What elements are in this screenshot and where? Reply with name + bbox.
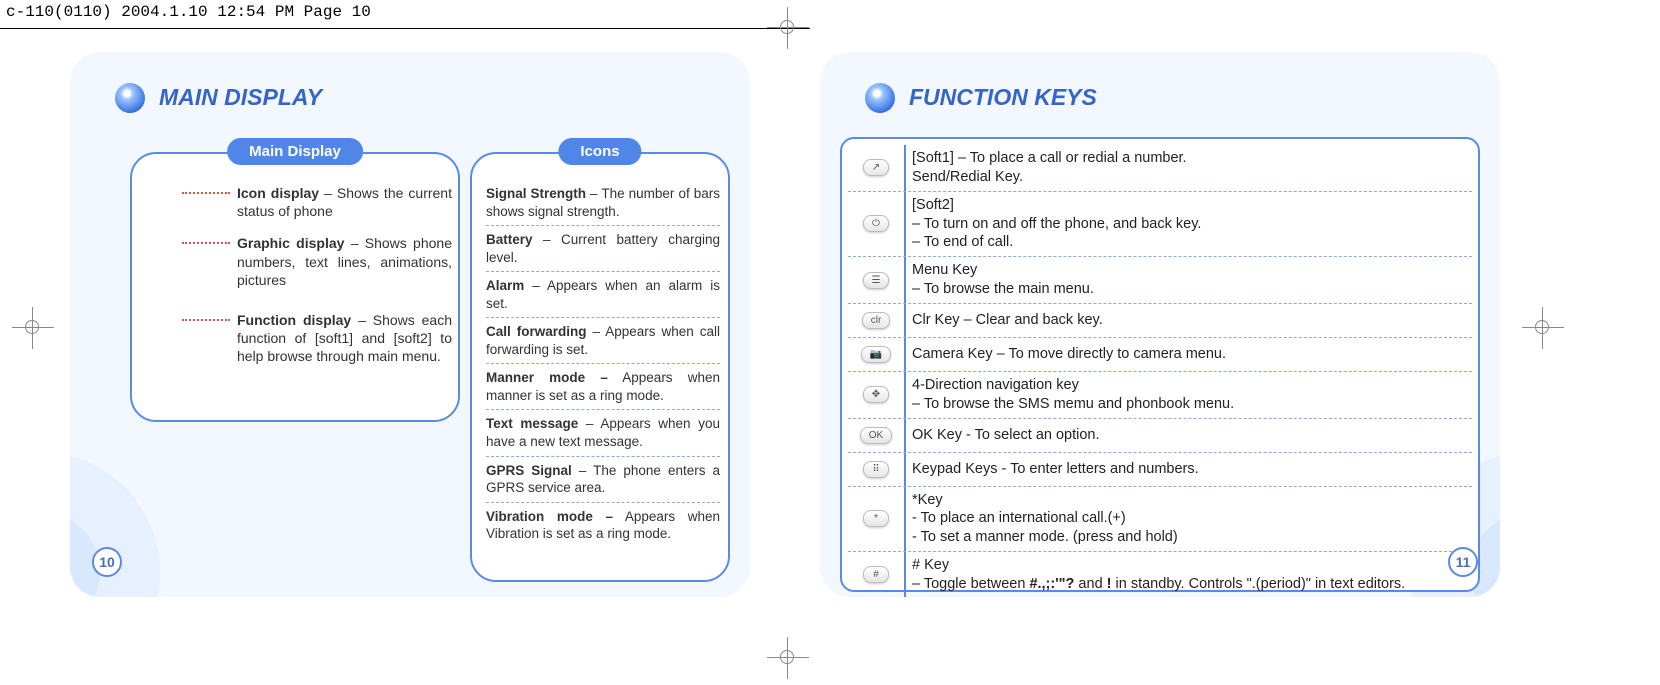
crop-mark-right: [1535, 320, 1549, 334]
crop-mark-bottom: [780, 650, 794, 664]
function-key-icon: ⠿: [848, 453, 906, 486]
function-key-icon: OK: [848, 419, 906, 452]
icon-description-item: Call forwarding – Appears when call forw…: [486, 318, 720, 364]
function-key-row: ☰Menu Key – To browse the main menu.: [848, 257, 1472, 304]
function-key-icon: ☰: [848, 257, 906, 303]
function-key-icon: clr: [848, 304, 906, 337]
function-key-description: 4-Direction navigation key – To browse t…: [906, 372, 1472, 418]
pill-icons: Icons: [558, 138, 641, 165]
page-number-right: 11: [1448, 547, 1478, 577]
icon-description-item: Alarm – Appears when an alarm is set.: [486, 272, 720, 318]
print-crop-info: c-110(0110) 2004.1.10 12:54 PM Page 10: [6, 3, 371, 21]
function-key-row: ## Key– Toggle between #.,;:'"? and ! in…: [848, 552, 1472, 597]
function-key-description: *Key- To place an international call.(+)…: [906, 487, 1472, 552]
panel-main-display: Main Display Icon display – Shows the cu…: [130, 152, 460, 422]
heading-bullet-icon: [115, 83, 145, 113]
icon-description-item: Signal Strength – The number of bars sho…: [486, 180, 720, 226]
heading-text: FUNCTION KEYS: [905, 82, 1137, 113]
leader-dots: [182, 319, 230, 321]
icon-description-item: Vibration mode – Appears when Vibration …: [486, 503, 720, 548]
heading-main-display: MAIN DISPLAY: [115, 82, 750, 113]
function-key-row: ⏻[Soft2] – To turn on and off the phone,…: [848, 192, 1472, 258]
function-key-description: OK Key - To select an option.: [906, 422, 1472, 449]
heading-function-keys: FUNCTION KEYS: [865, 82, 1500, 113]
icon-description-item: Manner mode – Appears when manner is set…: [486, 364, 720, 410]
function-key-description: Camera Key – To move directly to camera …: [906, 341, 1472, 368]
function-key-description: [Soft1] – To place a call or redial a nu…: [906, 145, 1472, 191]
function-key-row: 📷Camera Key – To move directly to camera…: [848, 338, 1472, 372]
icon-description-item: GPRS Signal – The phone enters a GPRS se…: [486, 457, 720, 503]
function-key-description: # Key– Toggle between #.,;:'"? and ! in …: [906, 552, 1472, 597]
function-key-description: [Soft2] – To turn on and off the phone, …: [906, 192, 1472, 257]
page-number-left: 10: [92, 547, 122, 577]
leader-dots: [182, 192, 230, 194]
function-key-icon: ⏻: [848, 192, 906, 257]
function-key-row: ⠿Keypad Keys - To enter letters and numb…: [848, 453, 1472, 487]
page-left: MAIN DISPLAY Main Display Icon display –…: [70, 52, 750, 597]
function-key-icon: 📷: [848, 338, 906, 371]
main-display-item: Graphic display – Shows phone numbers, t…: [237, 234, 452, 289]
heading-text: MAIN DISPLAY: [155, 82, 362, 113]
function-key-icon: ✥: [848, 372, 906, 418]
function-key-row: ↗[Soft1] – To place a call or redial a n…: [848, 145, 1472, 192]
function-key-icon: ↗: [848, 145, 906, 191]
leader-dots: [182, 242, 230, 244]
pill-main-display: Main Display: [227, 138, 363, 165]
function-key-icon: #: [848, 552, 906, 597]
page-right: FUNCTION KEYS ↗[Soft1] – To place a call…: [820, 52, 1500, 597]
function-key-row: OKOK Key - To select an option.: [848, 419, 1472, 453]
function-key-row: clrClr Key – Clear and back key.: [848, 304, 1472, 338]
icon-description-item: Battery – Current battery charg­ing leve…: [486, 226, 720, 272]
function-key-description: Clr Key – Clear and back key.: [906, 307, 1472, 334]
crop-mark-top: [780, 20, 794, 34]
crop-mark-left: [25, 320, 39, 334]
function-key-description: Menu Key – To browse the main menu.: [906, 257, 1472, 303]
panel-icons: Icons Signal Strength – The number of ba…: [470, 152, 730, 582]
icon-description-item: Text message – Appears when you have a n…: [486, 410, 720, 456]
main-display-item: Icon display – Shows the current status …: [237, 184, 452, 220]
function-key-description: Keypad Keys - To enter letters and numbe…: [906, 456, 1472, 483]
main-display-item: Function display – Shows each function o…: [237, 311, 452, 366]
function-key-icon: *: [848, 487, 906, 552]
heading-bullet-icon: [865, 83, 895, 113]
function-key-row: ✥4-Direction navigation key – To browse …: [848, 372, 1472, 419]
panel-function-keys: ↗[Soft1] – To place a call or redial a n…: [840, 137, 1480, 592]
crop-rule: [0, 28, 810, 29]
function-key-row: **Key- To place an international call.(+…: [848, 487, 1472, 553]
